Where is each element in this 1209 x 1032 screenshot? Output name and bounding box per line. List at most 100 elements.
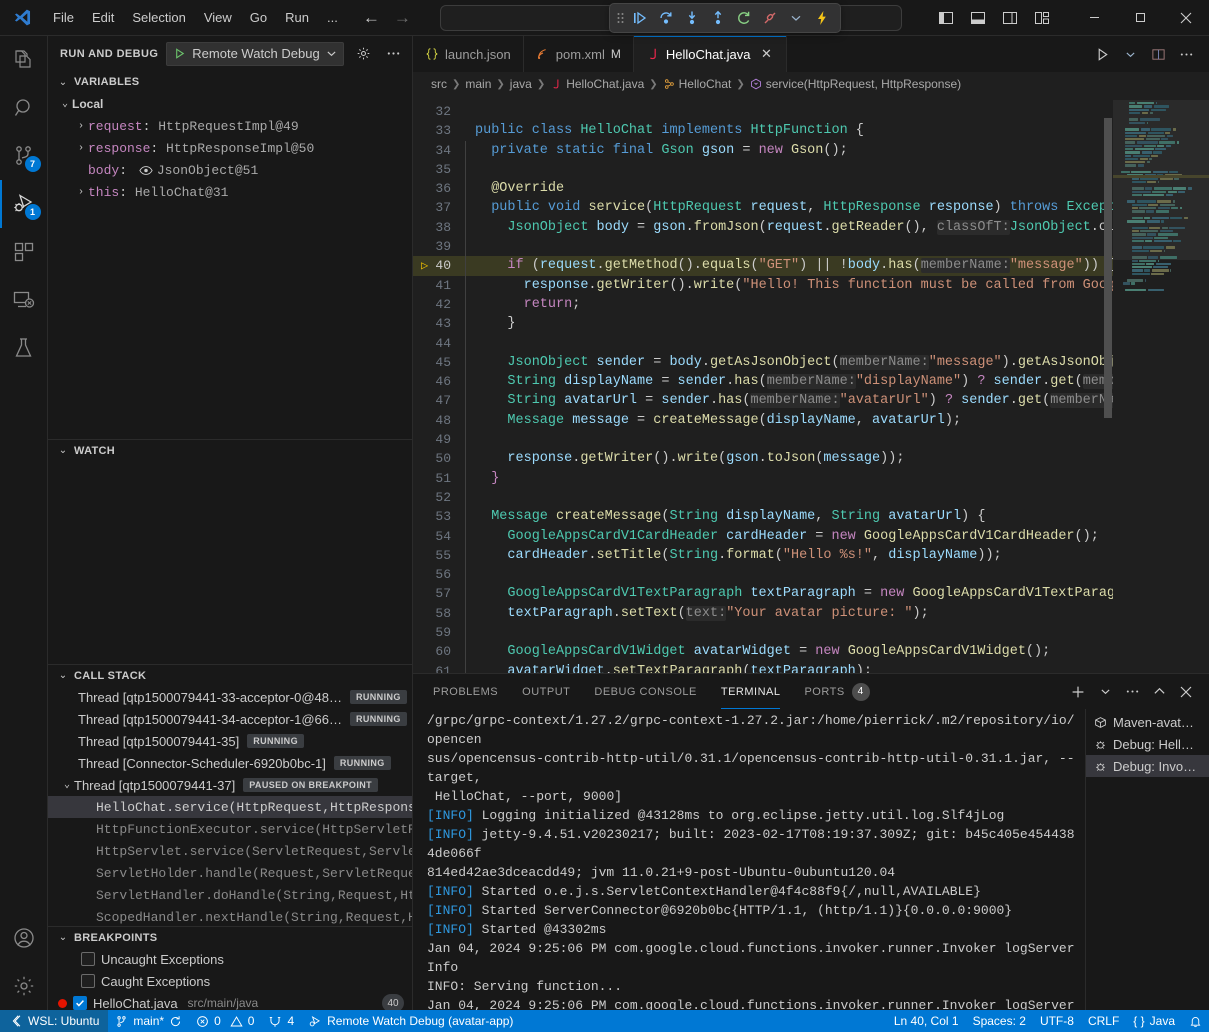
code-line[interactable]: 55 cardHeader.setTitle(String.format("He… xyxy=(413,546,1113,565)
start-debug-icon[interactable] xyxy=(173,47,186,60)
line-number[interactable]: 59 xyxy=(413,623,465,642)
run-and-debug-icon[interactable]: 1 xyxy=(0,180,48,228)
code-line[interactable]: 53 Message createMessage(String displayN… xyxy=(413,507,1113,526)
more-actions-icon[interactable] xyxy=(1173,41,1199,67)
status-debug-session[interactable]: Remote Watch Debug (avatar-app) xyxy=(301,1010,520,1032)
source-control-icon[interactable]: 7 xyxy=(0,132,48,180)
code-line-text[interactable]: GoogleAppsCardV1TextParagraph textParagr… xyxy=(466,584,1113,603)
lightning-icon[interactable] xyxy=(810,6,834,30)
code-line-text[interactable]: public void service(HttpRequest request,… xyxy=(466,198,1113,217)
status-eol[interactable]: CRLF xyxy=(1081,1010,1126,1032)
menu-view[interactable]: View xyxy=(195,6,241,29)
call-stack-frame[interactable]: HelloChat.service(HttpRequest,HttpRespon… xyxy=(48,796,412,818)
line-number[interactable]: 55 xyxy=(413,546,465,565)
breakpoint-row[interactable]: HelloChat.java src/main/java 40 xyxy=(48,992,412,1010)
eye-icon[interactable] xyxy=(139,165,153,176)
tab-launch-json[interactable]: launch.json xyxy=(413,36,524,72)
call-stack-frame[interactable]: ScopedHandler.nextHandle(String,Request,… xyxy=(48,906,412,926)
status-cursor-position[interactable]: Ln 40, Col 1 xyxy=(887,1010,966,1032)
breakpoint-checkbox[interactable] xyxy=(81,952,95,966)
variable-row[interactable]: › request: HttpRequestImpl@49 xyxy=(48,115,412,137)
testing-icon[interactable] xyxy=(0,324,48,372)
code-line[interactable]: 42 return; xyxy=(413,295,1113,314)
toggle-secondary-sidebar-icon[interactable] xyxy=(995,3,1025,33)
watch-pane-header[interactable]: ⌄ WATCH xyxy=(48,439,412,461)
code-line-text[interactable]: response.getWriter().write(gson.toJson(m… xyxy=(466,449,1113,468)
variables-pane-header[interactable]: ⌄ VARIABLES xyxy=(48,71,412,93)
code-line[interactable]: 47 String avatarUrl = sender.has(memberN… xyxy=(413,391,1113,410)
code-line[interactable]: 57 GoogleAppsCardV1TextParagraph textPar… xyxy=(413,584,1113,603)
editor-vertical-scrollbar[interactable] xyxy=(1103,96,1113,673)
code-line[interactable]: 39 xyxy=(413,237,1113,256)
menu-run[interactable]: Run xyxy=(276,6,318,29)
tab-output[interactable]: OUTPUT xyxy=(522,674,570,709)
tab-ports[interactable]: PORTS 4 xyxy=(804,674,869,709)
breakpoint-row[interactable]: Caught Exceptions xyxy=(48,970,412,992)
code-line[interactable]: 46 String displayName = sender.has(membe… xyxy=(413,372,1113,391)
status-indentation[interactable]: Spaces: 2 xyxy=(966,1010,1033,1032)
accounts-icon[interactable] xyxy=(0,914,48,962)
code-line[interactable]: 50 response.getWriter().write(gson.toJso… xyxy=(413,449,1113,468)
call-stack-frame[interactable]: ServletHolder.handle(Request,ServletRequ… xyxy=(48,862,412,884)
code-editor[interactable]: 3233public class HelloChat implements Ht… xyxy=(413,96,1209,673)
line-number[interactable]: 48 xyxy=(413,411,465,430)
drag-handle-icon[interactable] xyxy=(616,11,626,25)
line-number[interactable]: 38 xyxy=(413,218,465,237)
menu-edit[interactable]: Edit xyxy=(83,6,123,29)
close-icon[interactable] xyxy=(1163,0,1209,36)
arrow-right-icon[interactable]: → xyxy=(394,9,411,26)
code-line-text[interactable]: if (request.getMethod().equals("GET") ||… xyxy=(466,256,1113,275)
close-panel-icon[interactable] xyxy=(1173,679,1199,705)
toggle-primary-sidebar-icon[interactable] xyxy=(931,3,961,33)
variable-row[interactable]: body: JsonObject@51 xyxy=(48,159,412,181)
code-line[interactable]: 43 } xyxy=(413,314,1113,333)
close-icon[interactable]: ✕ xyxy=(758,46,774,62)
minimize-icon[interactable] xyxy=(1071,0,1117,36)
tab-problems[interactable]: PROBLEMS xyxy=(433,674,498,709)
chevron-down-icon[interactable]: ⌄ xyxy=(56,77,70,88)
maximize-icon[interactable] xyxy=(1117,0,1163,36)
breakpoints-pane-header[interactable]: ⌄ BREAKPOINTS xyxy=(48,926,412,948)
line-number[interactable]: 49 xyxy=(413,430,465,449)
code-line-text[interactable]: @Override xyxy=(466,179,1113,198)
line-number[interactable]: 53 xyxy=(413,507,465,526)
chevron-down-icon[interactable] xyxy=(784,6,808,30)
chevron-down-icon[interactable]: ⌄ xyxy=(56,932,70,943)
code-line-text[interactable]: textParagraph.setText(text:"Your avatar … xyxy=(466,604,1113,623)
code-line[interactable]: 44 xyxy=(413,334,1113,353)
breakpoint-row[interactable]: Uncaught Exceptions xyxy=(48,948,412,970)
line-number[interactable]: 37 xyxy=(413,198,465,217)
more-actions-icon[interactable] xyxy=(382,43,404,65)
code-line[interactable]: 34 private static final Gson gson = new … xyxy=(413,141,1113,160)
breakpoint-arrow-icon[interactable]: ▷ xyxy=(421,260,428,272)
code-line-text[interactable]: GoogleAppsCardV1Widget avatarWidget = ne… xyxy=(466,642,1113,661)
call-stack-pane-header[interactable]: ⌄ CALL STACK xyxy=(48,664,412,686)
terminal-list-item[interactable]: Debug: Invo… xyxy=(1086,755,1209,777)
gear-icon[interactable] xyxy=(352,43,374,65)
line-number[interactable]: 43 xyxy=(413,314,465,333)
terminal-list-item[interactable]: Debug: Hell… xyxy=(1086,733,1209,755)
breadcrumb-item-method[interactable]: service(HttpRequest, HttpResponse) xyxy=(750,77,961,91)
status-notifications[interactable] xyxy=(1182,1010,1209,1032)
code-line-text[interactable]: response.getWriter().write("Hello! This … xyxy=(466,276,1113,295)
code-content[interactable]: 3233public class HelloChat implements Ht… xyxy=(413,96,1113,673)
code-line-text[interactable]: Message createMessage(String displayName… xyxy=(466,507,1113,526)
line-number[interactable]: 41 xyxy=(413,276,465,295)
line-number[interactable]: 61 xyxy=(413,662,465,673)
line-number[interactable]: 52 xyxy=(413,488,465,507)
terminal-list-item[interactable]: Maven-avat… xyxy=(1086,711,1209,733)
breadcrumb-item-class[interactable]: HelloChat xyxy=(663,77,732,91)
remote-explorer-icon[interactable] xyxy=(0,276,48,324)
breadcrumb-item-java[interactable]: java xyxy=(510,77,532,91)
status-problems[interactable]: 0 0 xyxy=(189,1010,261,1032)
breadcrumb-item-file[interactable]: HelloChat.java xyxy=(550,77,644,91)
status-branch[interactable]: main* xyxy=(108,1010,189,1032)
line-number[interactable]: 46 xyxy=(413,372,465,391)
code-line-text[interactable]: String avatarUrl = sender.has(memberName… xyxy=(466,391,1113,410)
code-line[interactable]: 38 JsonObject body = gson.fromJson(reque… xyxy=(413,218,1113,237)
line-number[interactable]: 32 xyxy=(413,102,465,121)
call-stack-thread-paused[interactable]: ⌄ Thread [qtp1500079441-37] PAUSED ON BR… xyxy=(48,774,412,796)
code-line-text[interactable]: GoogleAppsCardV1CardHeader cardHeader = … xyxy=(466,527,1113,546)
code-line-text[interactable]: String displayName = sender.has(memberNa… xyxy=(466,372,1113,391)
code-line[interactable]: 41 response.getWriter().write("Hello! Th… xyxy=(413,276,1113,295)
